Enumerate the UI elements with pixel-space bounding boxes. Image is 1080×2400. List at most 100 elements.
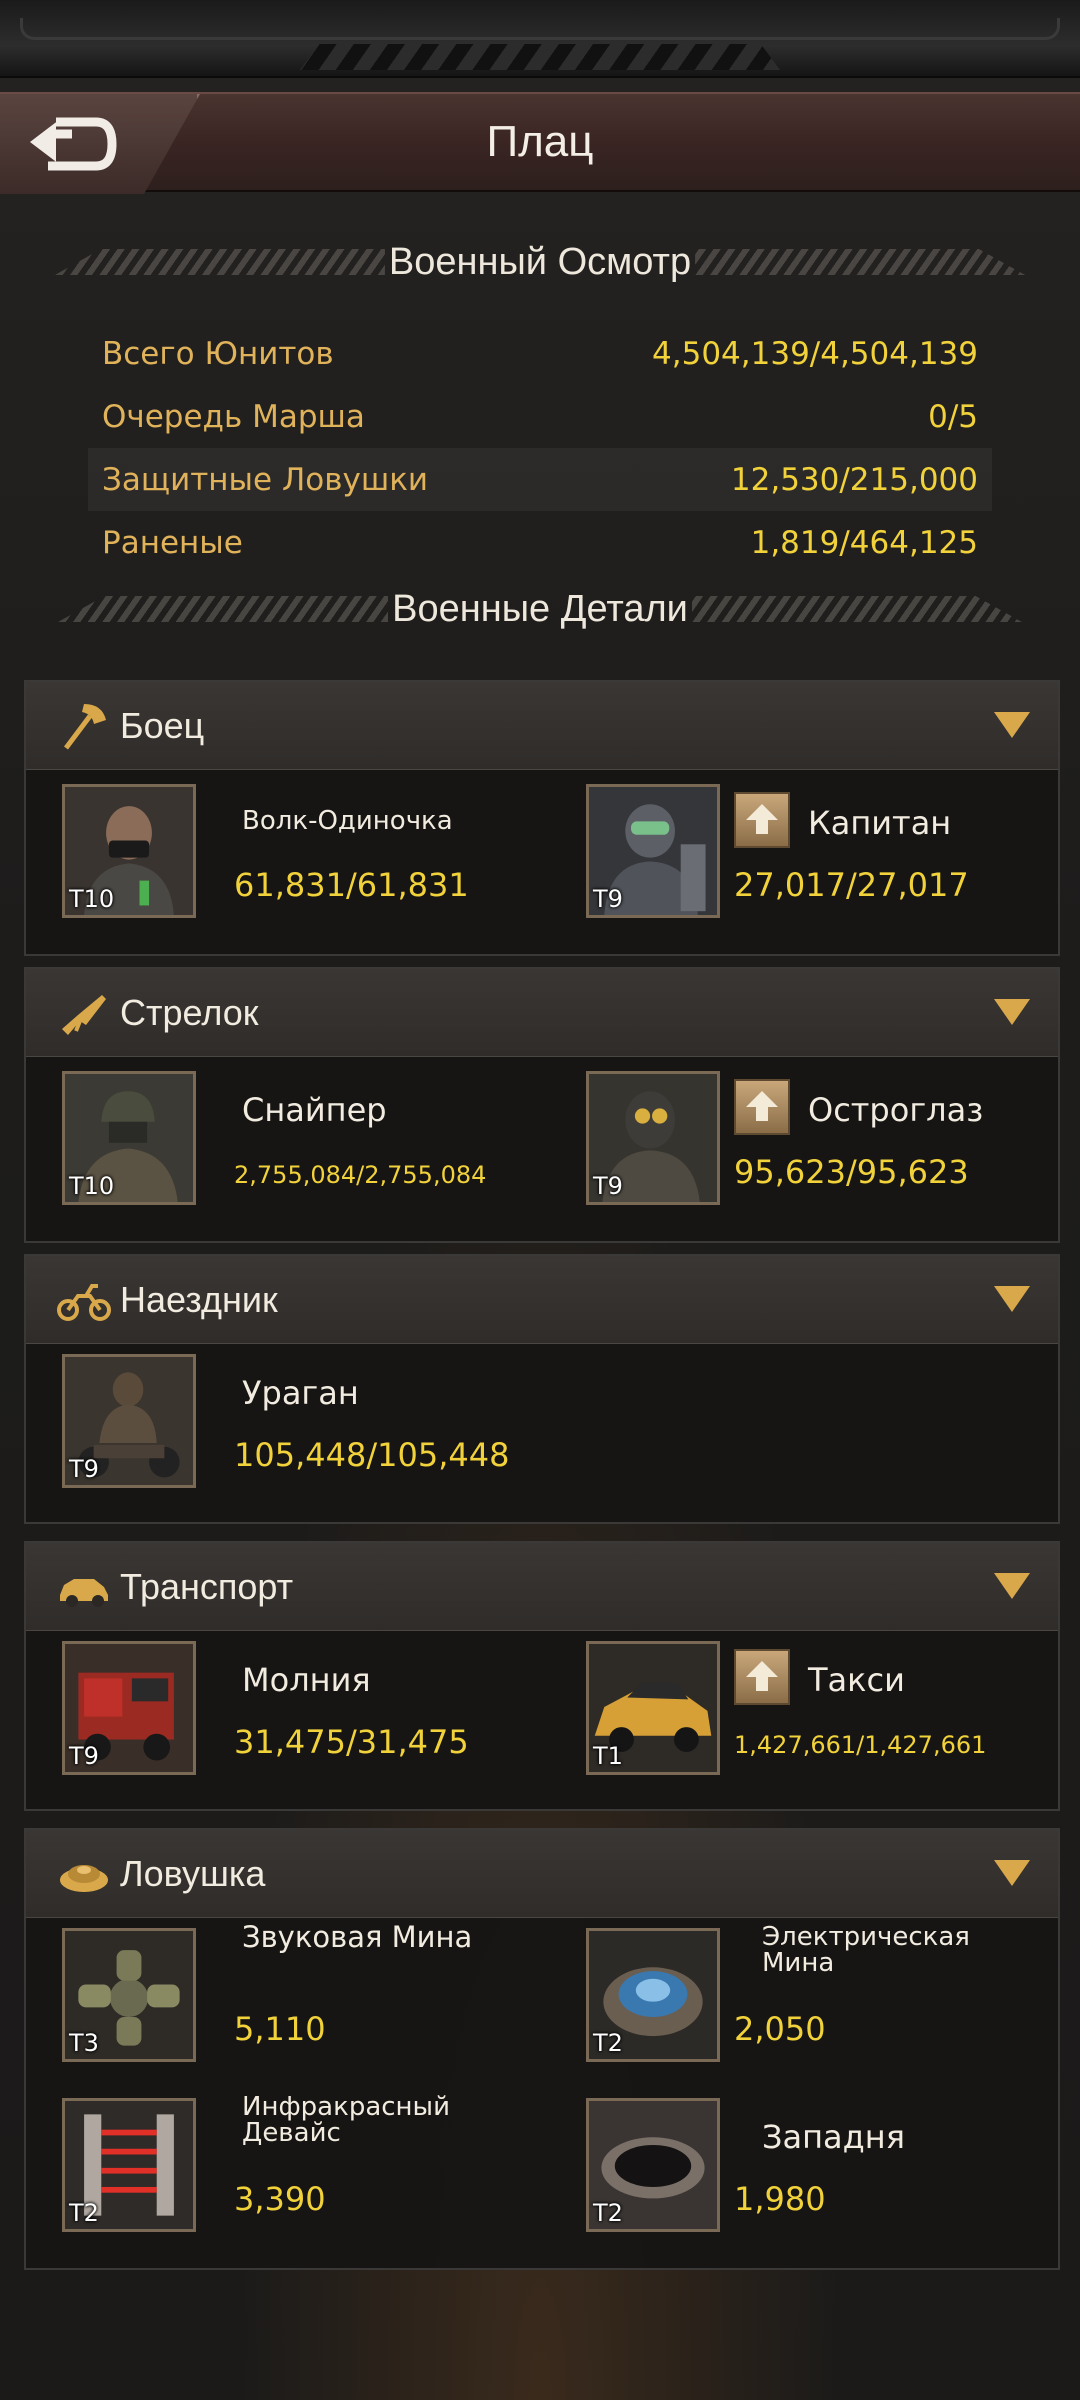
unit-card[interactable]: T9 Капитан 27,017/27,017 bbox=[586, 784, 1066, 924]
category-panel-fighter: Боец T10 Волк-Одиночка 61,831/61,831 T9 … bbox=[24, 680, 1060, 956]
mine-icon bbox=[60, 1864, 108, 1892]
motorcycle-icon bbox=[57, 1283, 111, 1321]
unit-name: Волк-Одиночка bbox=[242, 806, 453, 836]
unit-name: Западня bbox=[762, 2118, 905, 2156]
category-name: Стрелок bbox=[120, 991, 259, 1033]
stat-label: Всего Юнитов bbox=[102, 335, 334, 372]
stat-value: 0/5 bbox=[928, 398, 978, 435]
unit-card[interactable]: T3 Звуковая Мина 5,110 bbox=[62, 1922, 542, 2068]
unit-tier: T9 bbox=[593, 1172, 623, 1200]
category-name: Наездник bbox=[120, 1278, 278, 1320]
category-panel-shooter: Стрелок T10 Снайпер 2,755,084/2,755,084 … bbox=[24, 967, 1060, 1243]
unit-tier: T2 bbox=[69, 2199, 99, 2227]
stat-label: Очередь Марша bbox=[102, 398, 365, 435]
unit-count: 1,427,661/1,427,661 bbox=[734, 1731, 987, 1759]
chevron-down-icon[interactable] bbox=[994, 1858, 1030, 1888]
stat-value: 1,819/464,125 bbox=[750, 524, 978, 561]
heading-decoration-left bbox=[58, 596, 389, 622]
top-rail-decoration bbox=[20, 18, 1060, 40]
unit-name: Звуковая Мина bbox=[242, 1920, 473, 1954]
hazard-stripe-decoration bbox=[300, 44, 780, 70]
stat-value: 4,504,139/4,504,139 bbox=[652, 335, 978, 372]
category-name: Ловушка bbox=[120, 1852, 266, 1894]
unit-tier: T9 bbox=[69, 1455, 99, 1483]
unit-tier: T2 bbox=[593, 2199, 623, 2227]
unit-tier: T1 bbox=[593, 1742, 623, 1770]
category-header-shooter[interactable]: Стрелок bbox=[26, 969, 1058, 1057]
unit-card[interactable]: T2 Инфракрасный Девайс 3,390 bbox=[62, 2094, 542, 2238]
unit-card[interactable]: T1 Такси 1,427,661/1,427,661 bbox=[586, 1641, 1066, 1781]
unit-name: Остроглаз bbox=[808, 1091, 984, 1129]
unit-card[interactable]: T9 Молния 31,475/31,475 bbox=[62, 1641, 542, 1781]
unit-count: 1,980 bbox=[734, 2180, 826, 2218]
unit-name: Ураган bbox=[242, 1374, 359, 1412]
chevron-down-icon[interactable] bbox=[994, 1284, 1030, 1314]
overview-heading-text: Военный Осмотр bbox=[388, 240, 692, 283]
unit-name: Молния bbox=[242, 1661, 371, 1699]
unit-portrait: T9 bbox=[586, 784, 720, 918]
unit-count: 5,110 bbox=[234, 2010, 326, 2048]
chevron-down-icon[interactable] bbox=[994, 710, 1030, 740]
unit-portrait: T2 bbox=[586, 2098, 720, 2232]
category-panel-transport: Транспорт T9 Молния 31,475/31,475 T1 Так… bbox=[24, 1541, 1060, 1811]
upgrade-button[interactable] bbox=[734, 1649, 790, 1705]
stat-label: Раненые bbox=[102, 524, 243, 561]
up-arrow-icon bbox=[746, 804, 778, 834]
unit-card[interactable]: T2 Электрическая Мина 2,050 bbox=[586, 1924, 1066, 2068]
unit-portrait: T2 bbox=[62, 2098, 196, 2232]
unit-portrait: T3 bbox=[62, 1928, 196, 2062]
unit-tier: T9 bbox=[593, 885, 623, 913]
upgrade-button[interactable] bbox=[734, 1079, 790, 1135]
chevron-down-icon[interactable] bbox=[994, 997, 1030, 1027]
unit-count: 3,390 bbox=[234, 2180, 326, 2218]
unit-tier: T10 bbox=[69, 1172, 115, 1200]
unit-card[interactable]: T10 Снайпер 2,755,084/2,755,084 bbox=[62, 1071, 542, 1211]
category-panel-rider: Наездник T9 Ураган 105,448/105,448 bbox=[24, 1254, 1060, 1524]
top-frame bbox=[0, 0, 1080, 78]
chevron-down-icon[interactable] bbox=[994, 1571, 1030, 1601]
unit-tier: T10 bbox=[69, 885, 115, 913]
stat-label: Защитные Ловушки bbox=[102, 461, 429, 498]
stat-row-defense-traps: Защитные Ловушки 12,530/215,000 bbox=[88, 448, 992, 511]
category-name: Транспорт bbox=[120, 1565, 294, 1607]
unit-card[interactable]: T10 Волк-Одиночка 61,831/61,831 bbox=[62, 784, 542, 924]
upgrade-button[interactable] bbox=[734, 792, 790, 848]
unit-count: 95,623/95,623 bbox=[734, 1153, 969, 1191]
unit-portrait: T9 bbox=[62, 1641, 196, 1775]
unit-name: Капитан bbox=[808, 804, 952, 842]
unit-card[interactable]: T9 Остроглаз 95,623/95,623 bbox=[586, 1071, 1066, 1211]
unit-name: Снайпер bbox=[242, 1091, 387, 1129]
details-heading: Военные Детали bbox=[0, 579, 1080, 639]
up-arrow-icon bbox=[746, 1091, 778, 1121]
unit-name: Электрическая Мина bbox=[762, 1922, 970, 1978]
stat-row-wounded: Раненые 1,819/464,125 bbox=[88, 511, 992, 574]
unit-count: 2,755,084/2,755,084 bbox=[234, 1161, 487, 1189]
heading-decoration-right bbox=[695, 249, 1026, 275]
unit-count: 31,475/31,475 bbox=[234, 1723, 469, 1761]
unit-tier: T2 bbox=[593, 2029, 623, 2057]
header-bar: Плац bbox=[0, 92, 1080, 194]
heading-decoration-right bbox=[691, 596, 1022, 622]
back-arrow-icon bbox=[30, 117, 117, 171]
category-header-fighter[interactable]: Боец bbox=[26, 682, 1058, 770]
unit-card[interactable]: T9 Ураган 105,448/105,448 bbox=[62, 1354, 542, 1494]
unit-tier: T3 bbox=[69, 2029, 99, 2057]
category-header-rider[interactable]: Наездник bbox=[26, 1256, 1058, 1344]
unit-count: 105,448/105,448 bbox=[234, 1436, 510, 1474]
unit-name: Инфракрасный Девайс bbox=[242, 2092, 450, 2148]
category-name: Боец bbox=[120, 704, 205, 746]
car-icon bbox=[60, 1578, 108, 1607]
category-header-transport[interactable]: Транспорт bbox=[26, 1543, 1058, 1631]
stat-row-march-queue: Очередь Марша 0/5 bbox=[88, 385, 992, 448]
overview-heading: Военный Осмотр bbox=[0, 232, 1080, 292]
unit-card[interactable]: T2 Западня 1,980 bbox=[586, 2098, 1066, 2238]
unit-portrait: T2 bbox=[586, 1928, 720, 2062]
stat-row-total-units: Всего Юнитов 4,504,139/4,504,139 bbox=[88, 322, 992, 385]
heading-decoration-left bbox=[54, 249, 385, 275]
up-arrow-icon bbox=[746, 1661, 778, 1691]
unit-name: Такси bbox=[808, 1661, 905, 1699]
unit-portrait: T9 bbox=[62, 1354, 196, 1488]
stat-value: 12,530/215,000 bbox=[730, 461, 978, 498]
category-header-trap[interactable]: Ловушка bbox=[26, 1830, 1058, 1918]
category-panel-trap: Ловушка T3 Звуковая Мина 5,110 T2 Электр… bbox=[24, 1828, 1060, 2270]
